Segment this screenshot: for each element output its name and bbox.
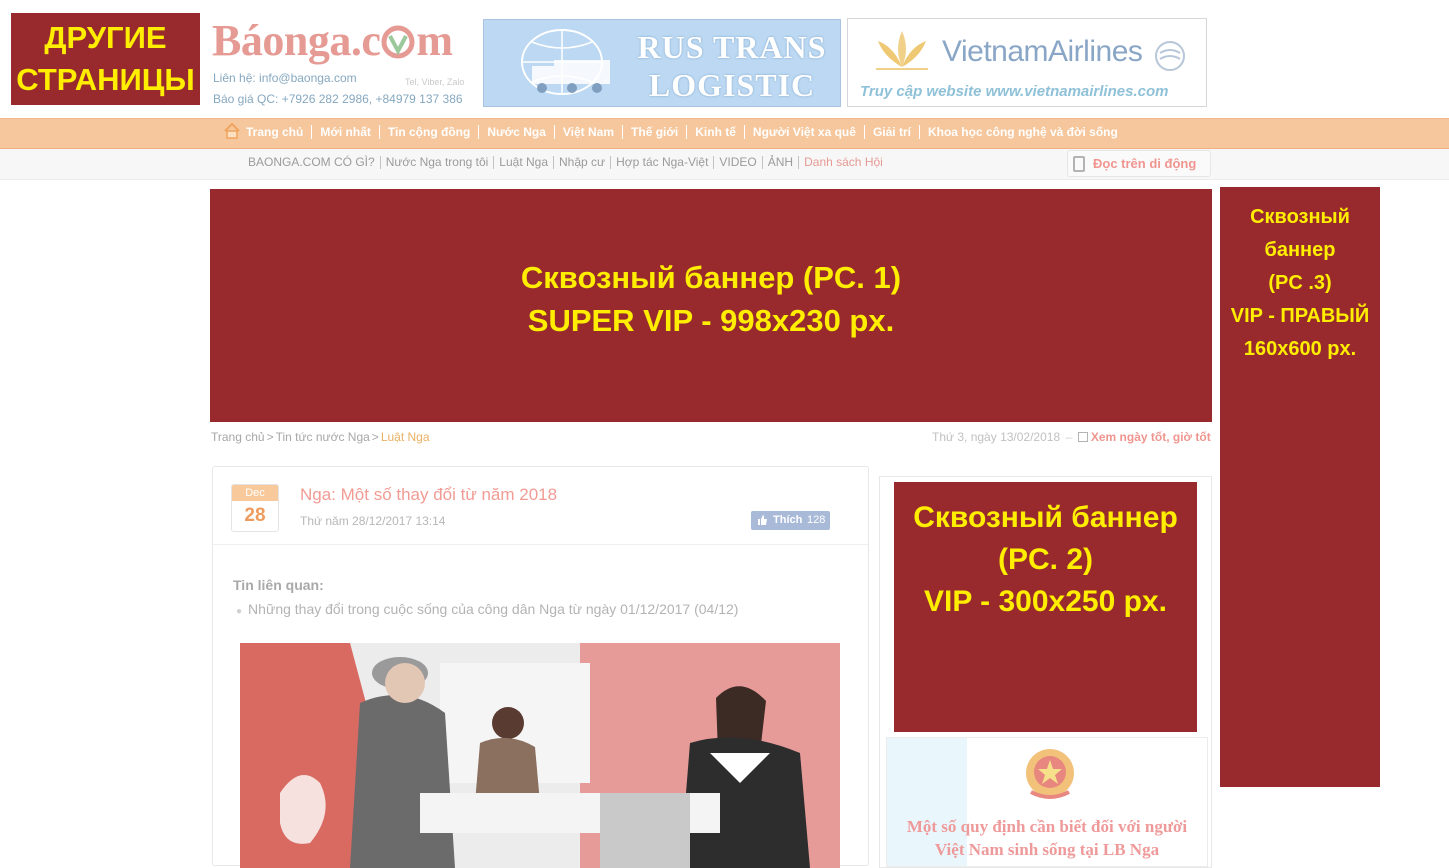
- ad-banner-pc3-line-5: 160x600 px.: [1243, 338, 1357, 360]
- logo-contact: Liên hệ: info@baonga.com: [213, 71, 357, 85]
- info-card-title-line-2: Việt Nam sinh sống tại LB Nga: [934, 840, 1160, 859]
- ad-banner-pc1-line-2: SUPER VIP - 998x230 px.: [527, 303, 895, 338]
- breadcrumb: Trang chủ > Tin tức nước Nga > Luật Nga: [211, 430, 430, 444]
- article-month: Dec: [232, 485, 278, 501]
- rus-trans-logistic-banner[interactable]: RUS TRANS LOGISTIC: [483, 19, 841, 107]
- breadcrumb-home[interactable]: Trang chủ: [211, 430, 265, 444]
- subnav-item-cooperation[interactable]: Hợp tác Nga-Việt: [611, 156, 715, 169]
- nav-item-community[interactable]: Tin cộng đồng: [380, 125, 480, 139]
- mobile-phone-icon: [1073, 156, 1085, 172]
- ad-banner-pc3-line-3: (PC .3): [1268, 272, 1332, 294]
- other-pages-button[interactable]: ДРУГИЕ СТРАНИЦЫ: [11, 13, 200, 105]
- ad-banner-pc2-line-1: Сквозный баннер: [913, 501, 1178, 534]
- nav-item-entertainment[interactable]: Giải trí: [865, 125, 920, 139]
- like-label: Thích: [773, 514, 803, 526]
- article-time: Thứ năm 28/12/2017 13:14: [300, 514, 446, 528]
- article-photo-illustration: [240, 643, 840, 868]
- nav-item-world[interactable]: Thế giới: [623, 125, 688, 139]
- vietnam-airlines-website: Truy cập website www.vietnamairlines.com: [860, 83, 1169, 100]
- site-logo[interactable]: Báonga.c m Liên hệ: info@baonga.com Tel,…: [212, 14, 477, 109]
- ad-banner-pc3-line-2: баннер: [1264, 239, 1336, 261]
- logo-brand-text: Báonga.c: [212, 16, 381, 65]
- vietnam-airlines-banner[interactable]: VietnamAirlines Truy cập website www.vie…: [847, 18, 1207, 107]
- rus-trans-line-2: LOGISTIC: [648, 67, 816, 103]
- subnav-item-associations[interactable]: Danh sách Hội: [799, 156, 888, 169]
- breadcrumb-separator: >: [371, 430, 379, 444]
- logo-ad-price: Báo giá QC: +7926 282 2986, +84979 137 3…: [213, 92, 463, 106]
- nav-item-latest[interactable]: Mới nhất: [312, 125, 380, 139]
- lotus-icon: [876, 31, 928, 70]
- ad-banner-pc2-line-3: VIP - 300x250 px.: [924, 585, 1167, 618]
- like-count: 128: [807, 514, 826, 526]
- article-title[interactable]: Nga: Một số thay đổi từ năm 2018: [300, 485, 557, 505]
- logo-tel-note: Tel, Viber, Zalo: [405, 77, 465, 87]
- date-line: Thứ 3, ngày 13/02/2018 – Xem ngày tốt, g…: [932, 430, 1211, 444]
- thumbs-up-icon: [758, 515, 767, 525]
- date-separator: –: [1065, 430, 1073, 444]
- nav-item-russia[interactable]: Nước Nga: [479, 125, 555, 139]
- national-emblem-icon: [1026, 749, 1074, 799]
- ad-banner-pc3-line-1: Сквозный: [1250, 206, 1350, 228]
- current-date: Thứ 3, ngày 13/02/2018: [932, 430, 1061, 444]
- subnav-item-russian-law[interactable]: Luật Nga: [494, 156, 554, 169]
- article-photo: [240, 643, 840, 868]
- ad-banner-pc1[interactable]: Сквозный баннер (PC. 1) SUPER VIP - 998x…: [210, 189, 1212, 422]
- nav-item-home[interactable]: Trang chủ: [238, 125, 313, 139]
- rus-trans-text: RUS TRANS LOGISTIC: [632, 28, 832, 104]
- related-link[interactable]: ● Những thay đổi trong cuộc sống của công…: [236, 601, 738, 617]
- subnav-item-russia-in-me[interactable]: Nước Nga trong tôi: [381, 156, 495, 169]
- other-pages-line-1: ДРУГИЕ: [44, 20, 167, 55]
- subnav-item-about[interactable]: BAONGA.COM CÓ GÌ?: [243, 156, 381, 169]
- breadcrumb-current[interactable]: Luật Nga: [381, 430, 430, 444]
- good-days-link[interactable]: Xem ngày tốt, giờ tốt: [1091, 430, 1211, 444]
- subnav-item-immigration[interactable]: Nhập cư: [554, 156, 612, 169]
- related-link-text: Những thay đổi trong cuộc sống của công …: [248, 601, 739, 617]
- ad-banner-pc3-line-4: VIP - ПРАВЫЙ: [1230, 305, 1370, 327]
- subnav-item-video[interactable]: VIDEO: [714, 156, 763, 169]
- main-nav: Trang chủ Mới nhất Tin cộng đồng Nước Ng…: [0, 118, 1449, 149]
- globe-truck-icon: [521, 29, 610, 95]
- info-card-title[interactable]: Một số quy định cần biết đối với người V…: [886, 815, 1208, 861]
- logo-wordmark: Báonga.c m: [212, 16, 453, 66]
- article-date-badge: Dec 28: [231, 484, 279, 532]
- skyteam-icon: [1155, 41, 1185, 71]
- nav-item-economy[interactable]: Kinh tế: [687, 125, 745, 139]
- nav-item-overseas-vietnamese[interactable]: Người Việt xa quê: [745, 125, 865, 139]
- article-day: 28: [244, 505, 266, 526]
- read-on-mobile-button[interactable]: Đọc trên di động: [1067, 150, 1211, 177]
- logo-globe-icon: [381, 25, 415, 59]
- bullet-icon: ●: [236, 606, 243, 617]
- calendar-icon: [1077, 432, 1088, 442]
- related-heading: Tin liên quan:: [233, 577, 324, 593]
- info-card-title-line-1: Một số quy định cần biết đối với người: [906, 817, 1188, 836]
- sub-nav: BAONGA.COM CÓ GÌ? Nước Nga trong tôi Luậ…: [0, 149, 1449, 180]
- breadcrumb-separator: >: [266, 430, 274, 444]
- nav-item-vietnam[interactable]: Việt Nam: [555, 125, 624, 139]
- ad-banner-pc3[interactable]: Сквозный баннер (PC .3) VIP - ПРАВЫЙ 160…: [1220, 187, 1380, 787]
- article-divider: [213, 544, 868, 545]
- ad-banner-pc2-line-2: (PC. 2): [997, 543, 1093, 576]
- breadcrumb-russia-news[interactable]: Tin tức nước Nga: [276, 430, 370, 444]
- ad-banner-pc1-line-1: Сквозный баннер (PC. 1): [520, 260, 902, 295]
- rus-trans-line-1: RUS TRANS: [637, 29, 827, 65]
- logo-brand-tail: m: [416, 16, 453, 65]
- nav-item-science[interactable]: Khoa học công nghệ và đời sống: [920, 125, 1126, 139]
- facebook-like-button[interactable]: Thích 128: [751, 511, 830, 530]
- read-on-mobile-label: Đọc trên di động: [1093, 156, 1197, 171]
- subnav-item-photo[interactable]: ẢNH: [763, 156, 800, 169]
- ad-banner-pc2[interactable]: Сквозный баннер (PC. 2) VIP - 300x250 px…: [894, 482, 1197, 732]
- vietnam-airlines-name: VietnamAirlines: [942, 35, 1143, 68]
- other-pages-line-2: СТРАНИЦЫ: [16, 62, 195, 97]
